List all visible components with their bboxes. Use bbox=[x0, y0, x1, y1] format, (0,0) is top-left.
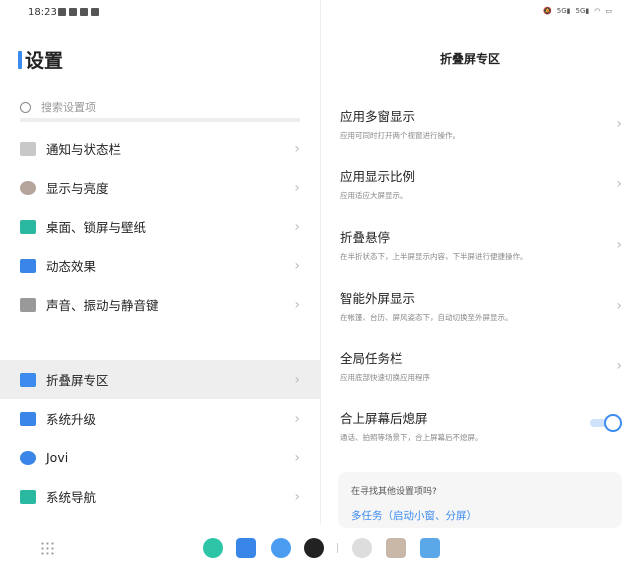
phone-app-icon[interactable] bbox=[203, 538, 223, 558]
app-notification-icon bbox=[69, 8, 77, 16]
app-drawer-icon[interactable] bbox=[40, 541, 54, 555]
upgrade-icon bbox=[20, 411, 36, 426]
sidebar-item[interactable]: 折叠屏专区 › bbox=[0, 360, 320, 399]
setting-subtitle: 应用可同时打开两个视窗进行操作。 bbox=[340, 131, 460, 140]
battery-icon: ▭ bbox=[605, 7, 612, 15]
sidebar-item[interactable]: 显示与亮度 › bbox=[0, 168, 320, 207]
sidebar-item-label: 系统导航 bbox=[46, 490, 97, 505]
sidebar-item[interactable]: 系统导航 › bbox=[0, 477, 320, 516]
chevron-right-icon: › bbox=[294, 296, 300, 313]
setting-item[interactable]: 应用多窗显示应用可同时打开两个视窗进行操作。 › bbox=[340, 106, 630, 156]
sidebar-item-label: 显示与亮度 bbox=[46, 181, 109, 196]
chevron-right-icon: › bbox=[616, 358, 622, 374]
notification-icon bbox=[20, 141, 36, 156]
sidebar-item[interactable]: 桌面、锁屏与壁纸 › bbox=[0, 207, 320, 246]
chevron-right-icon: › bbox=[294, 410, 300, 427]
screen-off-toggle[interactable] bbox=[590, 414, 622, 432]
clock: 18:23 bbox=[28, 7, 57, 18]
sidebar-item-label: 动态效果 bbox=[46, 259, 97, 274]
gallery-app-icon[interactable] bbox=[420, 538, 440, 558]
sidebar-item-label: 折叠屏专区 bbox=[46, 373, 109, 388]
chevron-right-icon: › bbox=[294, 488, 300, 505]
sidebar-item[interactable]: 声音、振动与静音键 › bbox=[0, 285, 320, 324]
sidebar-item-label: 通知与状态栏 bbox=[46, 142, 122, 157]
app-notification-icon bbox=[58, 8, 66, 16]
suggestion-card: 在寻找其他设置项吗? 多任务（启动小窗、分屏） bbox=[338, 472, 622, 528]
pane-divider bbox=[320, 0, 321, 525]
setting-item[interactable]: 折叠悬停在半折状态下，上半屏显示内容，下半屏进行便捷操作。 › bbox=[340, 227, 630, 277]
setting-title: 合上屏幕后熄屏 bbox=[340, 411, 428, 426]
chevron-right-icon: › bbox=[616, 237, 622, 253]
setting-item[interactable]: 智能外屏显示在帐篷、台历、屏风姿态下，自动切换至外屏显示。 › bbox=[340, 288, 630, 338]
messages-app-icon[interactable] bbox=[236, 538, 256, 558]
setting-title: 智能外屏显示 bbox=[340, 291, 416, 306]
sidebar-item-label: 声音、振动与静音键 bbox=[46, 298, 159, 313]
setting-subtitle: 在帐篷、台历、屏风姿态下，自动切换至外屏显示。 bbox=[340, 313, 513, 322]
sidebar-item-label: 系统升级 bbox=[46, 412, 97, 427]
sidebar-item-label: Jovi bbox=[46, 450, 69, 465]
dock-separator bbox=[337, 543, 338, 553]
sidebar-item-label: 桌面、锁屏与壁纸 bbox=[46, 220, 147, 235]
sidebar-item[interactable]: Jovi › bbox=[0, 438, 320, 477]
chevron-right-icon: › bbox=[294, 179, 300, 196]
setting-subtitle: 应用底部快速切换应用程序 bbox=[340, 373, 430, 382]
search-input[interactable]: 搜索设置项 bbox=[20, 96, 300, 122]
jovi-icon bbox=[20, 450, 36, 465]
navigation-icon bbox=[20, 489, 36, 504]
wifi-icon: ◠ bbox=[594, 7, 601, 15]
browser-app-icon[interactable] bbox=[271, 538, 291, 558]
chevron-right-icon: › bbox=[616, 176, 622, 192]
camera-app-icon[interactable] bbox=[304, 538, 324, 558]
wallpaper-icon bbox=[20, 219, 36, 234]
setting-subtitle: 在半折状态下，上半屏显示内容，下半屏进行便捷操作。 bbox=[340, 252, 528, 261]
setting-title: 应用显示比例 bbox=[340, 169, 416, 184]
chevron-right-icon: › bbox=[294, 257, 300, 274]
setting-subtitle: 应用适应大屏显示。 bbox=[340, 191, 408, 200]
settings-app-icon[interactable] bbox=[352, 538, 372, 558]
suggestion-question: 在寻找其他设置项吗? bbox=[351, 487, 437, 497]
chevron-right-icon: › bbox=[294, 449, 300, 466]
setting-item[interactable]: 应用显示比例应用适应大屏显示。 › bbox=[340, 166, 630, 216]
5g-signal-icon: 5G▮ bbox=[575, 7, 590, 15]
chevron-right-icon: › bbox=[294, 218, 300, 235]
chevron-right-icon: › bbox=[616, 298, 622, 314]
chevron-right-icon: › bbox=[616, 116, 622, 132]
setting-title: 应用多窗显示 bbox=[340, 109, 416, 124]
sidebar-item[interactable]: 系统升级 › bbox=[0, 399, 320, 438]
setting-subtitle: 通话、拍照等场景下，合上屏幕后不熄屏。 bbox=[340, 433, 483, 442]
app-notification-icon bbox=[91, 8, 99, 16]
notification-icons bbox=[58, 8, 99, 16]
setting-title: 折叠悬停 bbox=[340, 230, 391, 245]
setting-item[interactable]: 全局任务栏应用底部快速切换应用程序 › bbox=[340, 348, 630, 398]
sidebar-item[interactable]: 动态效果 › bbox=[0, 246, 320, 285]
page-title: 设置 bbox=[18, 46, 63, 73]
display-icon bbox=[20, 180, 36, 195]
detail-title: 折叠屏专区 bbox=[439, 52, 500, 66]
chevron-right-icon: › bbox=[294, 371, 300, 388]
setting-title: 全局任务栏 bbox=[340, 351, 403, 366]
sidebar-item[interactable]: 通知与状态栏 › bbox=[0, 129, 320, 168]
chevron-right-icon: › bbox=[294, 140, 300, 157]
5g-signal-icon: 5G▮ bbox=[556, 7, 571, 15]
sound-icon bbox=[20, 297, 36, 312]
animation-icon bbox=[20, 258, 36, 273]
multitask-link[interactable]: 多任务（启动小窗、分屏） bbox=[351, 508, 477, 523]
system-icons: 🔕 5G▮ 5G▮ ◠ ▭ bbox=[543, 7, 612, 15]
mute-icon: 🔕 bbox=[543, 7, 552, 15]
fold-icon bbox=[20, 372, 36, 387]
album-app-icon[interactable] bbox=[386, 538, 406, 558]
setting-item[interactable]: 合上屏幕后熄屏通话、拍照等场景下，合上屏幕后不熄屏。 bbox=[340, 408, 630, 458]
title-text: 设置 bbox=[25, 50, 64, 72]
search-icon bbox=[20, 101, 31, 113]
search-placeholder: 搜索设置项 bbox=[41, 101, 96, 114]
chat-icon bbox=[80, 8, 88, 16]
